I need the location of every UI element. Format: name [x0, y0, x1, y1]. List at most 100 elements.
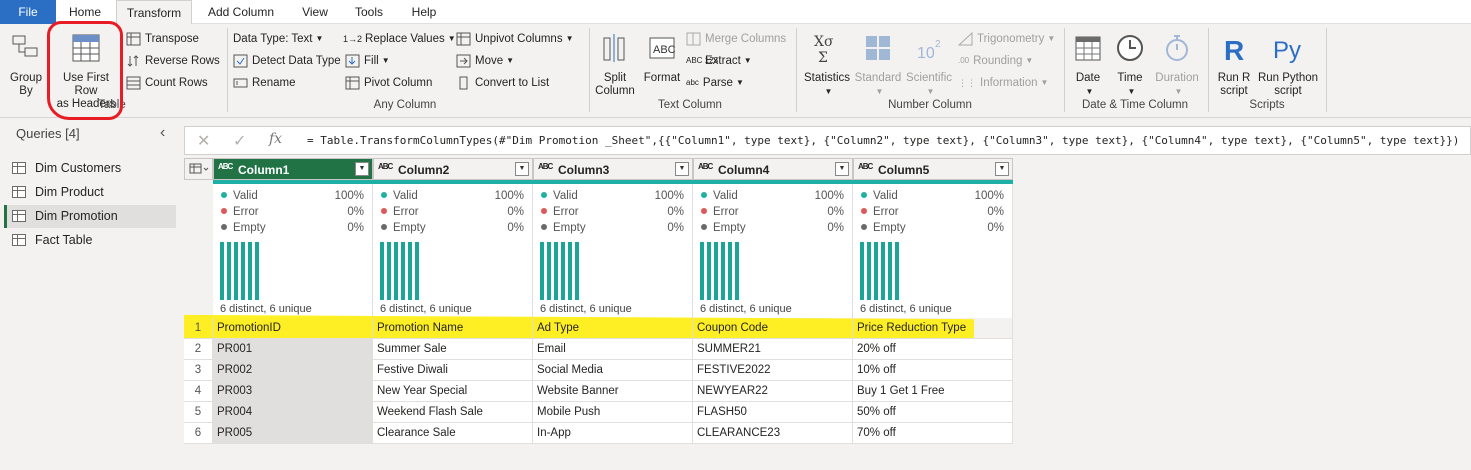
replace-values-button[interactable]: 1→2 Replace Values ▼ — [343, 30, 456, 48]
table-cell[interactable]: NEWYEAR22 — [693, 381, 853, 402]
count-rows-button[interactable]: Count Rows — [126, 74, 208, 92]
histogram-bar — [895, 242, 899, 300]
text-type-icon[interactable]: ABC — [858, 162, 873, 171]
tab-help[interactable]: Help — [398, 0, 450, 24]
move-button[interactable]: Move ▼ — [456, 52, 514, 70]
table-cell[interactable]: Coupon Code — [693, 318, 853, 339]
table-cell[interactable]: In-App — [533, 423, 693, 444]
table-cell[interactable]: PR001 — [213, 339, 373, 360]
table-cell[interactable]: Weekend Flash Sale — [373, 402, 533, 423]
table-cell[interactable]: Summer Sale — [373, 339, 533, 360]
parse-button[interactable]: abc Parse ▼ — [686, 74, 744, 92]
column-filter-dropdown-icon[interactable]: ▼ — [355, 162, 369, 176]
text-type-icon[interactable]: ABC — [538, 162, 553, 171]
table-cell[interactable]: PR002 — [213, 360, 373, 381]
table-cell[interactable]: New Year Special — [373, 381, 533, 402]
table-cell[interactable]: FESTIVE2022 — [693, 360, 853, 381]
run-python-script-button[interactable]: Py Run Python script — [1256, 32, 1320, 98]
column-filter-dropdown-icon[interactable]: ▼ — [835, 162, 849, 176]
column-header[interactable]: ABC Column2 ▼ — [373, 158, 533, 180]
table-cell[interactable]: SUMMER21 — [693, 339, 853, 360]
table-cell[interactable]: PR003 — [213, 381, 373, 402]
trigonometry-button[interactable]: Trigonometry ▼ — [958, 30, 1055, 48]
rounding-button[interactable]: .00 Rounding ▼ — [958, 52, 1033, 70]
table-cell[interactable]: FLASH50 — [693, 402, 853, 423]
run-r-script-button[interactable]: R Run R script — [1212, 32, 1256, 98]
tab-view[interactable]: View — [290, 0, 340, 24]
format-button[interactable]: ABC Format — [640, 32, 684, 85]
table-cell[interactable]: Clearance Sale — [373, 423, 533, 444]
text-type-icon[interactable]: ABC — [378, 162, 393, 171]
statistics-button[interactable]: Xσ Σ Statistics ▼ — [802, 32, 852, 98]
table-cell[interactable]: 20% off — [853, 339, 1013, 360]
tab-tools[interactable]: Tools — [344, 0, 394, 24]
extract-button[interactable]: ABC 123 Extract ▼ — [686, 52, 752, 70]
table-cell[interactable]: CLEARANCE23 — [693, 423, 853, 444]
row-number: 5 — [184, 402, 213, 423]
function-icon[interactable]: fx — [269, 131, 282, 147]
merge-columns-icon — [686, 32, 701, 46]
column-filter-dropdown-icon[interactable]: ▼ — [995, 162, 1009, 176]
table-cell[interactable]: Social Media — [533, 360, 693, 381]
table-menu-icon[interactable] — [184, 158, 213, 180]
rename-button[interactable]: Rename — [233, 74, 295, 92]
column-filter-dropdown-icon[interactable]: ▼ — [675, 162, 689, 176]
tab-file[interactable]: File — [0, 0, 56, 24]
standard-button[interactable]: Standard ▼ — [854, 32, 902, 98]
table-cell[interactable]: PR004 — [213, 402, 373, 423]
table-cell[interactable]: 50% off — [853, 402, 1013, 423]
ribbon-separator — [1064, 28, 1065, 112]
convert-to-list-button[interactable]: Convert to List — [456, 74, 549, 92]
text-type-icon[interactable]: ABC — [698, 162, 713, 171]
duration-button[interactable]: Duration ▼ — [1150, 32, 1204, 98]
table-cell[interactable]: Buy 1 Get 1 Free — [853, 381, 1013, 402]
table-cell[interactable]: 70% off — [853, 423, 1013, 444]
table-cell[interactable]: Promotion Name — [373, 318, 533, 339]
table-cell[interactable]: Ad Type — [533, 318, 693, 339]
unpivot-columns-button[interactable]: Unpivot Columns ▼ — [456, 30, 574, 48]
table-cell[interactable]: 10% off — [853, 360, 1013, 381]
query-item-selected[interactable]: Dim Promotion — [4, 205, 176, 228]
merge-columns-button[interactable]: Merge Columns — [686, 30, 786, 48]
detect-data-type-button[interactable]: Detect Data Type — [233, 52, 341, 70]
column-header[interactable]: ABC Column1 ▼ — [213, 158, 373, 180]
date-button[interactable]: Date ▼ — [1068, 32, 1108, 98]
group-by-button[interactable]: Group By — [4, 32, 48, 98]
split-column-button[interactable]: Split Column — [592, 32, 638, 98]
table-cell[interactable]: Email — [533, 339, 693, 360]
count-rows-label: Count Rows — [145, 77, 208, 89]
cancel-icon[interactable]: ✕ — [197, 131, 210, 151]
reverse-rows-button[interactable]: Reverse Rows — [126, 52, 220, 70]
pivot-column-button[interactable]: Pivot Column — [345, 74, 432, 92]
column-header[interactable]: ABC Column5 ▼ — [853, 158, 1013, 180]
table-cell[interactable]: Festive Diwali — [373, 360, 533, 381]
text-type-icon[interactable]: ABC — [218, 162, 233, 171]
histogram-bar — [234, 242, 238, 300]
distinct-count-label: 6 distinct, 6 unique — [220, 303, 312, 315]
collapse-pane-icon[interactable]: ‹ — [160, 124, 165, 142]
table-cell[interactable]: Price Reduction Type — [853, 318, 1013, 339]
extract-label: Extract — [705, 55, 741, 67]
column-header[interactable]: ABC Column3 ▼ — [533, 158, 693, 180]
table-cell[interactable]: Mobile Push — [533, 402, 693, 423]
transpose-button[interactable]: Transpose — [126, 30, 199, 48]
svg-text:R: R — [1224, 35, 1244, 64]
query-item[interactable]: Dim Customers — [4, 157, 176, 180]
tab-add-column[interactable]: Add Column — [196, 0, 286, 24]
data-type-dropdown[interactable]: Data Type: Text ▼ — [233, 30, 323, 48]
formula-text[interactable]: = Table.TransformColumnTypes(#"Dim Promo… — [307, 134, 1459, 147]
fill-button[interactable]: Fill ▼ — [345, 52, 390, 70]
query-item[interactable]: Fact Table — [4, 229, 176, 252]
scientific-button[interactable]: 10 2 Scientific ▼ — [904, 32, 954, 98]
table-cell[interactable]: PromotionID — [213, 318, 373, 339]
commit-icon[interactable]: ✓ — [233, 131, 246, 151]
table-cell[interactable]: Website Banner — [533, 381, 693, 402]
column-header[interactable]: ABC Column4 ▼ — [693, 158, 853, 180]
column-filter-dropdown-icon[interactable]: ▼ — [515, 162, 529, 176]
time-button[interactable]: Time ▼ — [1110, 32, 1150, 98]
ribbon-separator — [1208, 28, 1209, 112]
query-item[interactable]: Dim Product — [4, 181, 176, 204]
tab-transform[interactable]: Transform — [116, 0, 192, 25]
table-cell[interactable]: PR005 — [213, 423, 373, 444]
information-button[interactable]: ⋮⋮ Information ▼ — [958, 74, 1048, 92]
